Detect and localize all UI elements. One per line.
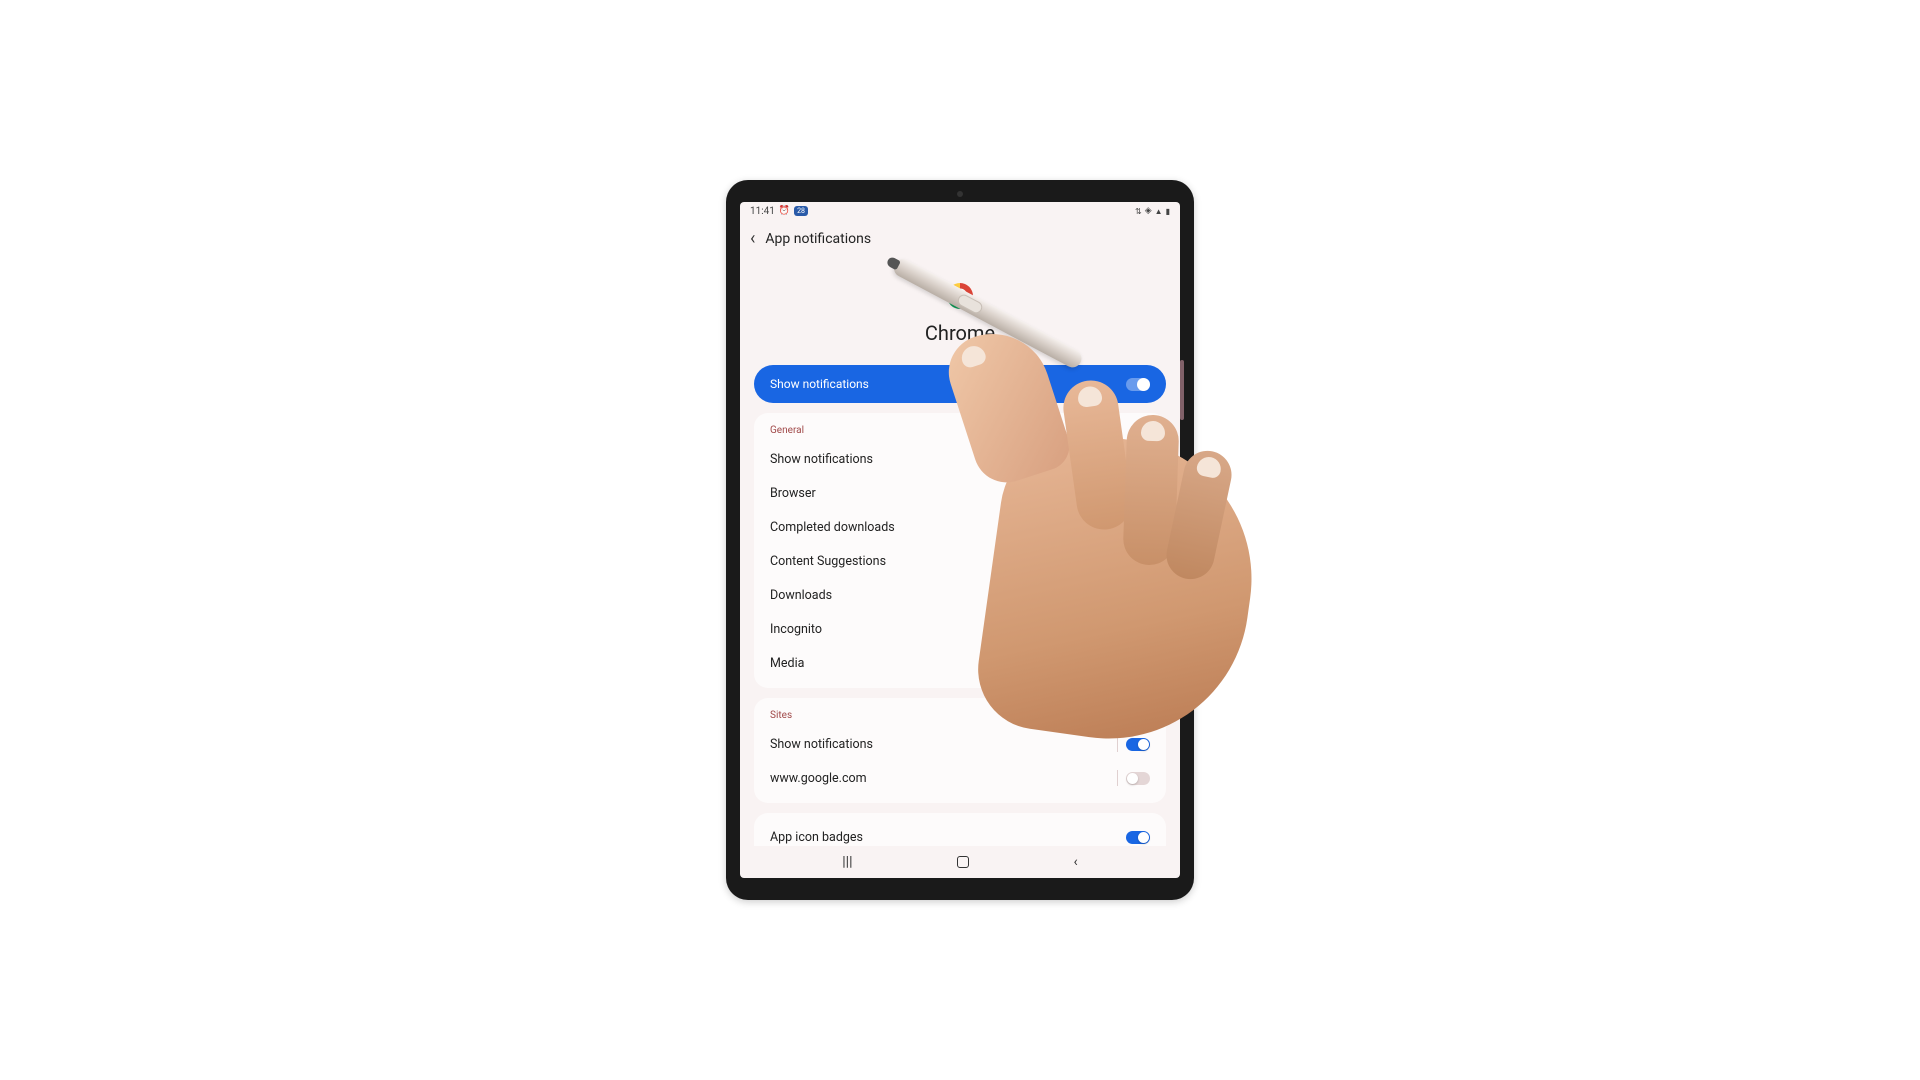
back-button[interactable]: ‹: [750, 228, 755, 249]
toggle-show-notifications[interactable]: [1126, 453, 1150, 466]
row-label: www.google.com: [770, 771, 867, 786]
home-button[interactable]: [957, 856, 969, 868]
toggle-completed-downloads[interactable]: [1126, 521, 1150, 534]
section-general: General Show notifications Browser Compl…: [754, 413, 1166, 688]
toggle-sites-show-notifications[interactable]: [1126, 738, 1150, 751]
chrome-icon: [947, 283, 973, 309]
row-label: Browser: [770, 486, 816, 501]
row-completed-downloads[interactable]: Completed downloads: [770, 510, 1150, 544]
recents-button[interactable]: |||: [842, 854, 852, 870]
toggle-app-icon-badges[interactable]: [1126, 831, 1150, 844]
back-nav-button[interactable]: ‹: [1074, 854, 1078, 870]
status-battery-icon: ▮: [1166, 207, 1170, 216]
section-title-sites: Sites: [770, 706, 1150, 727]
row-media[interactable]: Media: [770, 646, 1150, 680]
row-content-suggestions[interactable]: Content Suggestions: [770, 544, 1150, 578]
row-label: Completed downloads: [770, 520, 895, 535]
section-sites: Sites Show notifications www.google.com: [754, 698, 1166, 803]
tablet-camera: [957, 191, 963, 197]
master-toggle-label: Show notifications: [770, 377, 869, 391]
section-title-general: General: [770, 421, 1150, 442]
row-label: Incognito: [770, 622, 822, 637]
row-label: Media: [770, 656, 804, 671]
app-identity: Chrome: [740, 253, 1180, 365]
row-label: Show notifications: [770, 452, 873, 467]
status-alarm-icon: ⏰: [779, 206, 790, 216]
status-date-badge: 28: [794, 206, 808, 216]
screen: 11:41 ⏰ 28 ⇅ ◈ ▲ ▮ ‹ App notifications C…: [740, 202, 1180, 878]
toggle-content-suggestions[interactable]: [1126, 555, 1150, 568]
row-downloads[interactable]: Downloads: [770, 578, 1150, 612]
page-title: App notifications: [765, 231, 871, 247]
header: ‹ App notifications: [740, 220, 1180, 253]
tablet-frame: 11:41 ⏰ 28 ⇅ ◈ ▲ ▮ ‹ App notifications C…: [726, 180, 1194, 900]
navigation-bar: ||| ‹: [740, 846, 1180, 878]
toggle-media[interactable]: [1126, 657, 1150, 670]
row-label: Show notifications: [770, 737, 873, 752]
row-sites-show-notifications[interactable]: Show notifications: [770, 727, 1150, 761]
row-label: Downloads: [770, 588, 832, 603]
status-time: 11:41: [750, 206, 775, 217]
status-wifi-icon: ◈: [1145, 206, 1152, 216]
toggle-browser[interactable]: [1126, 487, 1150, 500]
master-toggle-switch[interactable]: [1126, 378, 1150, 391]
section-misc: App icon badges In-app notification sett…: [754, 813, 1166, 846]
settings-content: Show notifications General Show notifica…: [740, 365, 1180, 846]
row-show-notifications[interactable]: Show notifications: [770, 442, 1150, 476]
row-app-icon-badges[interactable]: App icon badges: [770, 821, 1150, 846]
toggle-downloads[interactable]: [1126, 589, 1150, 602]
row-incognito[interactable]: Incognito: [770, 612, 1150, 646]
row-label: App icon badges: [770, 830, 863, 845]
toggle-google-com[interactable]: [1126, 772, 1150, 785]
row-google-com[interactable]: www.google.com: [770, 761, 1150, 795]
status-bar: 11:41 ⏰ 28 ⇅ ◈ ▲ ▮: [740, 202, 1180, 220]
status-signal-icon: ▲: [1155, 207, 1163, 216]
app-name: Chrome: [925, 321, 995, 345]
master-toggle-row[interactable]: Show notifications: [754, 365, 1166, 403]
status-data-icon: ⇅: [1135, 207, 1142, 216]
toggle-incognito[interactable]: [1126, 623, 1150, 636]
row-label: Content Suggestions: [770, 554, 886, 569]
row-browser[interactable]: Browser: [770, 476, 1150, 510]
scroll-indicator: [1180, 360, 1184, 420]
